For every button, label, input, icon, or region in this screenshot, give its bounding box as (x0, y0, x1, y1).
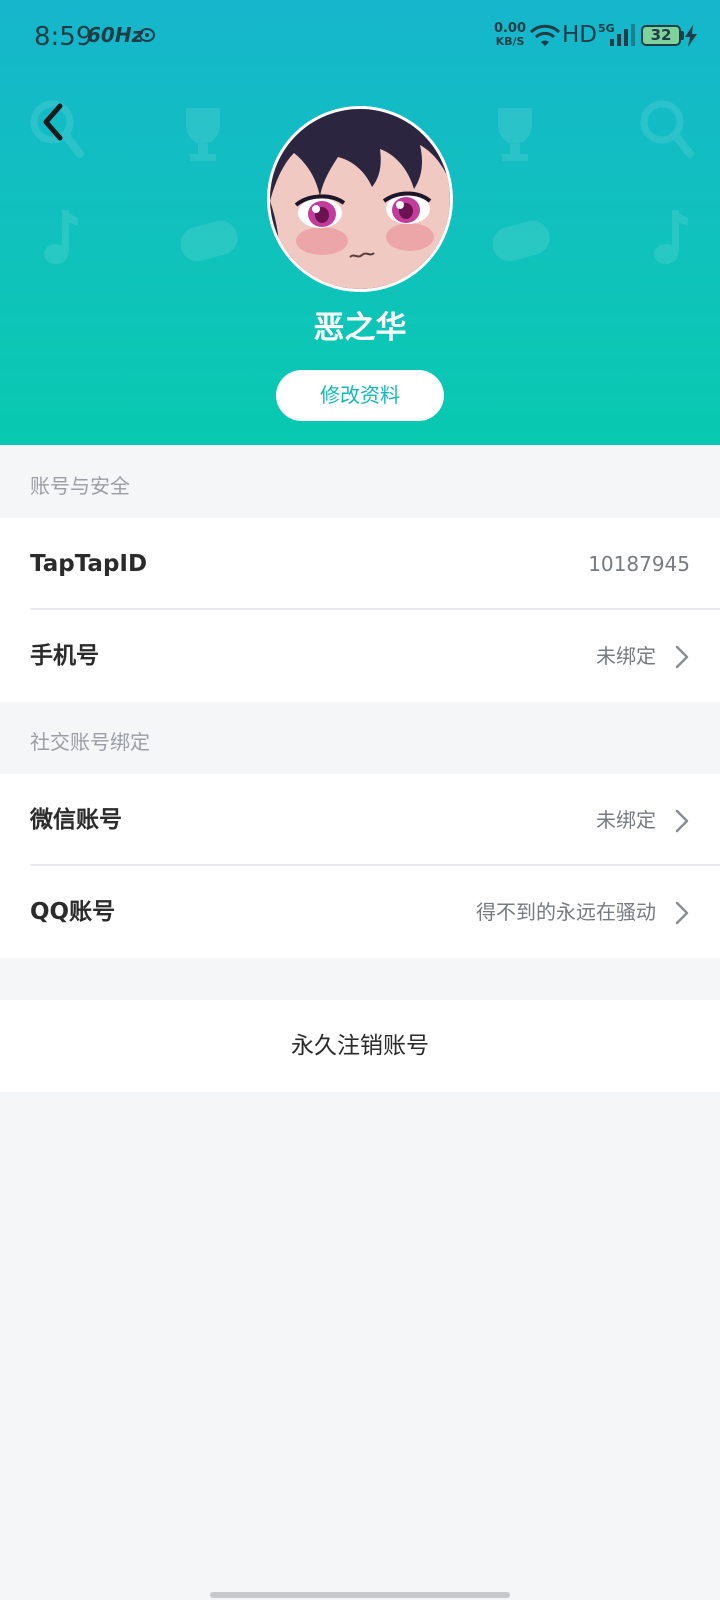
home-indicator[interactable] (210, 1592, 510, 1598)
battery-tip (681, 31, 684, 40)
qq-row[interactable]: QQ账号 得不到的永远在骚动 (0, 866, 720, 958)
charging-icon (685, 25, 697, 47)
chevron-right-icon (675, 645, 689, 669)
phone-row[interactable]: 手机号 未绑定 (0, 610, 720, 702)
net-speed-value: 0.00 (493, 21, 527, 36)
taptap-id-row: TapTapID 10187945 (0, 518, 720, 610)
wifi-icon (530, 24, 560, 46)
avatar-image (270, 109, 450, 289)
magnifier-deco-icon (640, 100, 694, 158)
wechat-label: 微信账号 (30, 807, 122, 833)
profile-header: 8:59 60Hz 0.00 KB/S HD 5G 32 恶之华 修改资料 (0, 0, 720, 445)
account-settings-page: 8:59 60Hz 0.00 KB/S HD 5G 32 恶之华 修改资料 账号… (0, 0, 720, 1600)
music-note-deco-icon (654, 210, 688, 264)
qq-value: 得不到的永远在骚动 (476, 900, 656, 924)
status-time: 8:59 (34, 22, 93, 52)
net-speed: 0.00 KB/S (486, 22, 534, 48)
section-title-social-binding: 社交账号绑定 (30, 730, 150, 754)
net-speed-unit: KB/S (495, 35, 525, 48)
username: 恶之华 (313, 310, 407, 346)
edit-profile-button[interactable]: 修改资料 (276, 370, 444, 421)
back-arrow-icon[interactable] (30, 98, 78, 146)
refresh-rate: 60Hz (87, 23, 144, 47)
signal-icon (610, 24, 635, 46)
music-note-deco-icon (44, 210, 78, 264)
trophy-deco-icon (498, 108, 532, 161)
avatar[interactable] (267, 106, 453, 292)
taptap-id-value: 10187945 (588, 552, 690, 576)
taptap-id-label: TapTapID (30, 551, 148, 577)
phone-value: 未绑定 (596, 644, 656, 668)
delete-account-button[interactable]: 永久注销账号 (0, 1000, 720, 1092)
gamepad-deco-icon (492, 220, 550, 262)
battery-indicator: 32 (641, 25, 681, 46)
qq-label: QQ账号 (30, 899, 116, 925)
hd-indicator: HD (562, 22, 598, 48)
wechat-value: 未绑定 (596, 808, 656, 832)
notification-icon (139, 28, 155, 42)
phone-label: 手机号 (30, 643, 99, 669)
wechat-row[interactable]: 微信账号 未绑定 (0, 774, 720, 866)
section-title-account-security: 账号与安全 (30, 474, 130, 498)
trophy-deco-icon (186, 108, 220, 161)
status-bar: 8:59 60Hz 0.00 KB/S HD 5G 32 (0, 0, 720, 76)
chevron-right-icon (675, 901, 689, 925)
chevron-right-icon (675, 809, 689, 833)
gamepad-deco-icon (180, 220, 238, 262)
